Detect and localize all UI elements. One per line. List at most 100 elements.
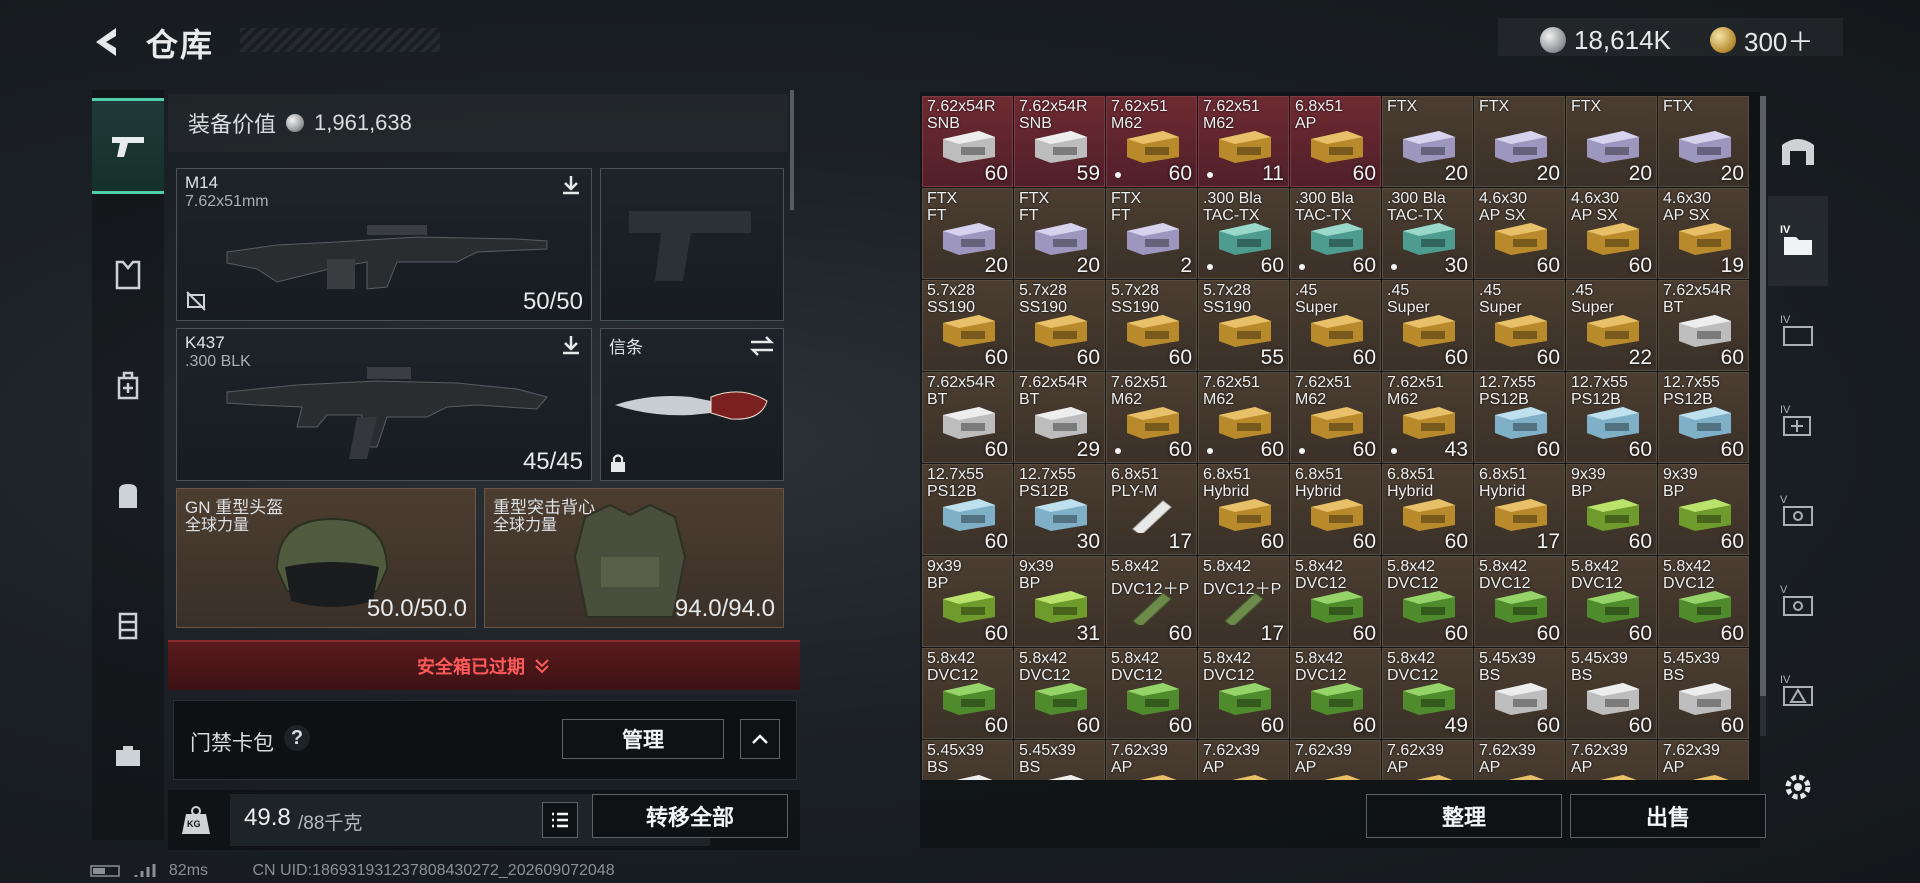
inventory-item[interactable]: 7.62x39 AP: [1198, 740, 1289, 780]
inventory-item[interactable]: 7.62x39 AP: [1658, 740, 1749, 780]
tab-storage-v-1[interactable]: V: [1768, 466, 1828, 556]
inventory-item[interactable]: 9x39 BP 60: [922, 556, 1013, 647]
inventory-item[interactable]: 5.7x28 SS190 60: [1014, 280, 1105, 371]
rail-weapons[interactable]: [92, 98, 164, 194]
inventory-item[interactable]: 12.7x55 PS12B 60: [1474, 372, 1565, 463]
inventory-item[interactable]: 5.45x39 BS: [922, 740, 1013, 780]
inventory-item[interactable]: 7.62x54R BT 60: [1658, 280, 1749, 371]
inventory-item[interactable]: .45 Super 22: [1566, 280, 1657, 371]
tab-storage-iv-3[interactable]: IV: [1768, 376, 1828, 466]
inventory-item[interactable]: 7.62x51 M62 60: [1106, 96, 1197, 187]
rail-rig[interactable]: [92, 580, 164, 670]
slot-body-armor[interactable]: 重型突击背心 全球力量 94.0/94.0: [484, 488, 784, 628]
inventory-item[interactable]: 4.6x30 AP SX 19: [1658, 188, 1749, 279]
inventory-item[interactable]: FTX 20: [1566, 96, 1657, 187]
list-view-button[interactable]: [542, 802, 578, 838]
inventory-item[interactable]: 5.8x42 DVC12 60: [1566, 556, 1657, 647]
inventory-item[interactable]: FTX FT 20: [922, 188, 1013, 279]
inventory-item[interactable]: .45 Super 60: [1382, 280, 1473, 371]
download-icon[interactable]: [559, 333, 583, 357]
manage-button[interactable]: 管理: [562, 719, 724, 759]
inventory-item[interactable]: 5.8x42 DVC12 60: [1382, 556, 1473, 647]
inventory-item[interactable]: 7.62x39 AP: [1382, 740, 1473, 780]
inventory-item[interactable]: FTX 20: [1658, 96, 1749, 187]
inventory-item[interactable]: .45 Super 60: [1290, 280, 1381, 371]
inventory-item[interactable]: 5.45x39 BS 60: [1474, 648, 1565, 739]
inventory-item[interactable]: 7.62x51 M62 43: [1382, 372, 1473, 463]
tab-storage-v-2[interactable]: V: [1768, 556, 1828, 646]
inventory-item[interactable]: 5.7x28 SS190 60: [922, 280, 1013, 371]
inventory-item[interactable]: FTX FT 20: [1014, 188, 1105, 279]
swap-icon[interactable]: [749, 335, 775, 357]
rail-medical[interactable]: [92, 340, 164, 430]
inventory-item[interactable]: 7.62x39 AP: [1474, 740, 1565, 780]
equip-scrollbar[interactable]: [790, 90, 794, 210]
inventory-item[interactable]: 7.62x39 AP: [1566, 740, 1657, 780]
inventory-scroll-thumb[interactable]: [1760, 96, 1766, 696]
safe-box-expired-bar[interactable]: 安全箱已过期: [168, 640, 800, 690]
inventory-item[interactable]: FTX 20: [1474, 96, 1565, 187]
inventory-item[interactable]: 5.45x39 BS 60: [1566, 648, 1657, 739]
inventory-item[interactable]: 9x39 BP 60: [1566, 464, 1657, 555]
inventory-item[interactable]: 7.62x51 M62 11: [1198, 96, 1289, 187]
inventory-item[interactable]: 7.62x54R BT 29: [1014, 372, 1105, 463]
inventory-item[interactable]: 6.8x51 PLY-M 17: [1106, 464, 1197, 555]
slot-primary-weapon[interactable]: M14 7.62x51mm 50/50: [176, 168, 592, 321]
inventory-item[interactable]: .300 Bla TAC-TX 30: [1382, 188, 1473, 279]
inventory-item[interactable]: .300 Bla TAC-TX 60: [1198, 188, 1289, 279]
inventory-item[interactable]: 9x39 BP 60: [1658, 464, 1749, 555]
currency-b[interactable]: 300＋: [1710, 20, 1813, 60]
collapse-button[interactable]: [740, 719, 780, 759]
slot-holster[interactable]: [600, 168, 784, 321]
slot-secondary-weapon[interactable]: K437 .300 BLK 45/45: [176, 328, 592, 481]
inventory-item[interactable]: 5.8x42 DVC12 60: [1474, 556, 1565, 647]
inventory-item[interactable]: 7.62x51 M62 60: [1198, 372, 1289, 463]
inventory-item[interactable]: 9x39 BP 31: [1014, 556, 1105, 647]
inventory-item[interactable]: 6.8x51 Hybrid 17: [1474, 464, 1565, 555]
inventory-item[interactable]: 4.6x30 AP SX 60: [1566, 188, 1657, 279]
inventory-item[interactable]: 12.7x55 PS12B 60: [1566, 372, 1657, 463]
inventory-item[interactable]: 7.62x54R BT 60: [922, 372, 1013, 463]
sort-button[interactable]: 整理: [1366, 794, 1562, 838]
inventory-item[interactable]: 7.62x51 M62 60: [1290, 372, 1381, 463]
inventory-item[interactable]: .45 Super 60: [1474, 280, 1565, 371]
transfer-all-button[interactable]: 转移全部: [592, 794, 788, 838]
inventory-item[interactable]: 5.8x42 DVC12 49: [1382, 648, 1473, 739]
slot-helmet[interactable]: GN 重型头盔 全球力量 50.0/50.0: [176, 488, 476, 628]
rail-case[interactable]: [92, 710, 164, 800]
inventory-item[interactable]: 12.7x55 PS12B 30: [1014, 464, 1105, 555]
inventory-item[interactable]: FTX FT 2: [1106, 188, 1197, 279]
tab-storage-iv-2[interactable]: IV: [1768, 286, 1828, 376]
help-icon[interactable]: ?: [284, 725, 310, 751]
inventory-item[interactable]: FTX 20: [1382, 96, 1473, 187]
inventory-item[interactable]: 6.8x51 Hybrid 60: [1382, 464, 1473, 555]
inventory-item[interactable]: 4.6x30 AP SX 60: [1474, 188, 1565, 279]
tab-storage-main[interactable]: [1768, 106, 1828, 196]
inventory-item[interactable]: 7.62x54R SNB 59: [1014, 96, 1105, 187]
inventory-item[interactable]: .300 Bla TAC-TX 60: [1290, 188, 1381, 279]
sell-button[interactable]: 出售: [1570, 794, 1766, 838]
rail-armor[interactable]: [92, 230, 164, 320]
tab-storage-iv-1[interactable]: IV: [1768, 196, 1828, 286]
inventory-item[interactable]: 5.8x42 DVC12 60: [1014, 648, 1105, 739]
inventory-item[interactable]: 7.62x54R SNB 60: [922, 96, 1013, 187]
inventory-item[interactable]: 5.8x42 DVC12＋P 17: [1198, 556, 1289, 647]
inventory-item[interactable]: 5.8x42 DVC12 60: [1658, 556, 1749, 647]
inventory-item[interactable]: 5.8x42 DVC12 60: [922, 648, 1013, 739]
back-button[interactable]: [88, 22, 128, 62]
inventory-item[interactable]: 6.8x51 AP 60: [1290, 96, 1381, 187]
inventory-item[interactable]: 5.8x42 DVC12 60: [1290, 648, 1381, 739]
inventory-item[interactable]: 12.7x55 PS12B 60: [922, 464, 1013, 555]
inventory-item[interactable]: 7.62x51 M62 60: [1106, 372, 1197, 463]
inventory-item[interactable]: 5.8x42 DVC12 60: [1198, 648, 1289, 739]
inventory-item[interactable]: 5.45x39 BS 60: [1658, 648, 1749, 739]
inventory-item[interactable]: 12.7x55 PS12B 60: [1658, 372, 1749, 463]
inventory-item[interactable]: 7.62x39 AP: [1106, 740, 1197, 780]
inventory-item[interactable]: 5.8x42 DVC12＋P 60: [1106, 556, 1197, 647]
inventory-item[interactable]: 5.45x39 BS: [1014, 740, 1105, 780]
tab-storage-iv-4[interactable]: IV: [1768, 646, 1828, 736]
inventory-item[interactable]: 5.7x28 SS190 60: [1106, 280, 1197, 371]
inventory-item[interactable]: 6.8x51 Hybrid 60: [1198, 464, 1289, 555]
slot-melee[interactable]: 信条: [600, 328, 784, 481]
inventory-item[interactable]: 5.7x28 SS190 55: [1198, 280, 1289, 371]
